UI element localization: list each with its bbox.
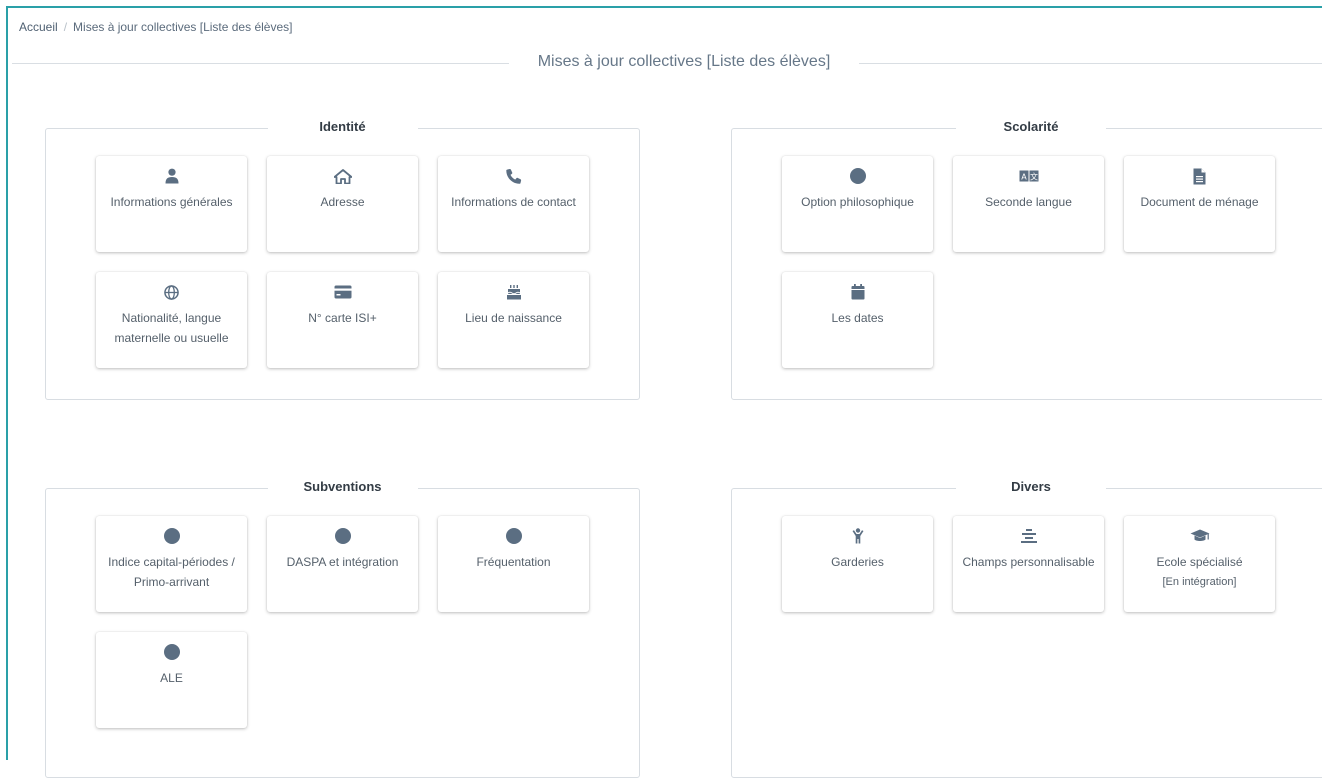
home-icon	[267, 166, 418, 186]
card-label: Informations générales	[110, 195, 233, 209]
circle-icon	[96, 642, 247, 662]
card-les-dates[interactable]: Les dates	[782, 272, 933, 368]
section-title: Divers	[956, 479, 1106, 494]
credit-card-icon	[267, 282, 418, 302]
card-label: Nationalité, langue maternelle ou usuell…	[114, 311, 229, 345]
document-icon	[1124, 166, 1275, 186]
card-nationalite[interactable]: Nationalité, langue maternelle ou usuell…	[96, 272, 247, 368]
card-label: Document de ménage	[1140, 195, 1259, 209]
section-subventions: Subventions Indice capital-périodes / Pr…	[45, 479, 640, 778]
breadcrumb-separator: /	[63, 20, 68, 34]
card-ale[interactable]: ALE	[96, 632, 247, 728]
card-frequentation[interactable]: Fréquentation	[438, 516, 589, 612]
svg-text:A: A	[1021, 173, 1027, 182]
card-ecole-specialise[interactable]: Ecole spécialisé [En intégration]	[1124, 516, 1275, 612]
child-icon	[782, 526, 933, 546]
svg-text:文: 文	[1030, 172, 1038, 182]
card-indice-capital-periodes[interactable]: Indice capital-périodes / Primo-arrivant	[96, 516, 247, 612]
card-label-main: Ecole spécialisé	[1156, 555, 1243, 569]
circle-icon	[96, 526, 247, 546]
section-divers: Divers Garderies Champs personnalisable …	[731, 479, 1322, 778]
calendar-icon	[782, 282, 933, 302]
card-label: Fréquentation	[476, 555, 551, 569]
globe-icon	[96, 282, 247, 302]
circle-icon	[438, 526, 589, 546]
card-label: Ecole spécialisé [En intégration]	[1130, 552, 1269, 592]
card-label: Informations de contact	[451, 195, 576, 209]
card-label: N° carte ISI+	[308, 311, 377, 325]
card-informations-generales[interactable]: Informations générales	[96, 156, 247, 252]
card-label: ALE	[160, 671, 183, 685]
card-informations-contact[interactable]: Informations de contact	[438, 156, 589, 252]
align-center-icon	[953, 526, 1104, 546]
card-label: Adresse	[320, 195, 365, 209]
birthday-cake-icon	[438, 282, 589, 302]
translate-icon: A文	[953, 166, 1104, 186]
user-icon	[96, 166, 247, 186]
card-label: Option philosophique	[801, 195, 914, 209]
circle-icon	[782, 166, 933, 186]
section-title: Identité	[267, 119, 418, 134]
card-label-sub: [En intégration]	[1162, 576, 1237, 588]
card-label: Les dates	[831, 311, 884, 325]
card-garderies[interactable]: Garderies	[782, 516, 933, 612]
card-lieu-naissance[interactable]: Lieu de naissance	[438, 272, 589, 368]
section-title: Subventions	[267, 479, 418, 494]
card-label: Garderies	[831, 555, 884, 569]
section-scolarite: Scolarité Option philosophique A文 Second…	[731, 119, 1322, 400]
card-label: Lieu de naissance	[465, 311, 562, 325]
section-identite: Identité Informations générales Adresse …	[45, 119, 640, 400]
card-option-philosophique[interactable]: Option philosophique	[782, 156, 933, 252]
breadcrumb-current: Mises à jour collectives [Liste des élèv…	[73, 20, 293, 34]
graduation-cap-icon	[1124, 526, 1275, 546]
circle-icon	[267, 526, 418, 546]
card-carte-isi[interactable]: N° carte ISI+	[267, 272, 418, 368]
card-seconde-langue[interactable]: A文 Seconde langue	[953, 156, 1104, 252]
card-champs-personnalisable[interactable]: Champs personnalisable	[953, 516, 1104, 612]
breadcrumb: Accueil / Mises à jour collectives [Liste …	[19, 20, 292, 34]
card-daspa[interactable]: DASPA et intégration	[267, 516, 418, 612]
section-title: Scolarité	[956, 119, 1106, 134]
phone-icon	[438, 166, 589, 186]
card-document-menage[interactable]: Document de ménage	[1124, 156, 1275, 252]
card-label: Indice capital-périodes / Primo-arrivant	[108, 555, 235, 589]
card-label: Champs personnalisable	[962, 555, 1095, 569]
card-adresse[interactable]: Adresse	[267, 156, 418, 252]
page-title: Mises à jour collectives [Liste des élèv…	[509, 53, 859, 71]
card-label: DASPA et intégration	[286, 555, 399, 569]
breadcrumb-home-link[interactable]: Accueil	[19, 20, 58, 34]
card-label: Seconde langue	[985, 195, 1072, 209]
